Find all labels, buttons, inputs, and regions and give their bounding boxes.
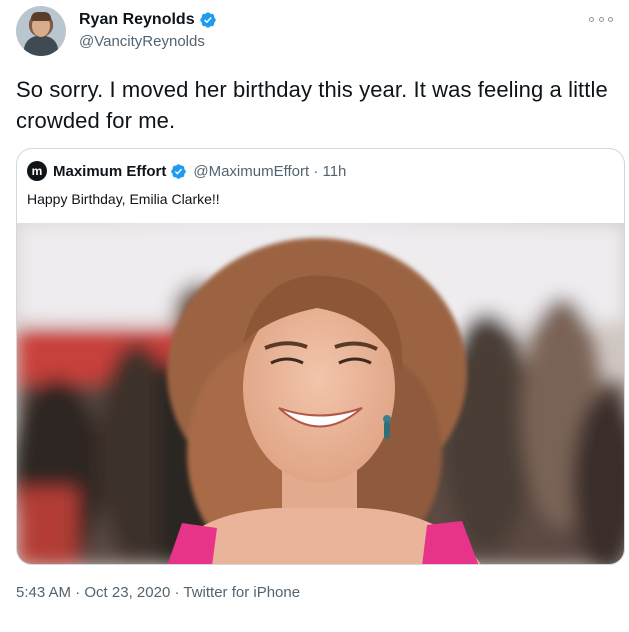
tweet-header: Ryan Reynolds @VancityReynolds xyxy=(16,6,613,58)
quoted-tweet-header: m Maximum Effort @MaximumEffort · 11h xyxy=(27,161,346,181)
quoted-verified-badge-icon xyxy=(171,163,187,179)
tweet-time[interactable]: 5:43 AM xyxy=(16,584,71,601)
tweet-source[interactable]: Twitter for iPhone xyxy=(170,584,300,601)
author-name-row[interactable]: Ryan Reynolds xyxy=(79,11,217,29)
author-display-name[interactable]: Ryan Reynolds xyxy=(79,11,195,29)
avatar[interactable] xyxy=(16,6,66,56)
quoted-display-name: Maximum Effort xyxy=(53,162,167,180)
quoted-tweet-text: Happy Birthday, Emilia Clarke!! xyxy=(27,191,220,207)
quoted-tweet[interactable]: m Maximum Effort @MaximumEffort · 11h Ha… xyxy=(16,148,625,565)
more-options-icon[interactable] xyxy=(589,12,613,26)
maximum-effort-logo-icon: m xyxy=(27,161,47,181)
quoted-tweet-photo[interactable] xyxy=(17,223,624,564)
tweet: Ryan Reynolds @VancityReynolds So sorry.… xyxy=(0,0,629,632)
tweet-metadata: 5:43 AMOct 23, 2020Twitter for iPhone xyxy=(16,584,300,601)
tweet-date[interactable]: Oct 23, 2020 xyxy=(71,584,170,601)
quoted-handle-and-time: @MaximumEffort · 11h xyxy=(193,162,347,180)
author-handle[interactable]: @VancityReynolds xyxy=(79,33,205,50)
verified-badge-icon xyxy=(199,12,216,28)
tweet-text: So sorry. I moved her birthday this year… xyxy=(16,77,608,133)
